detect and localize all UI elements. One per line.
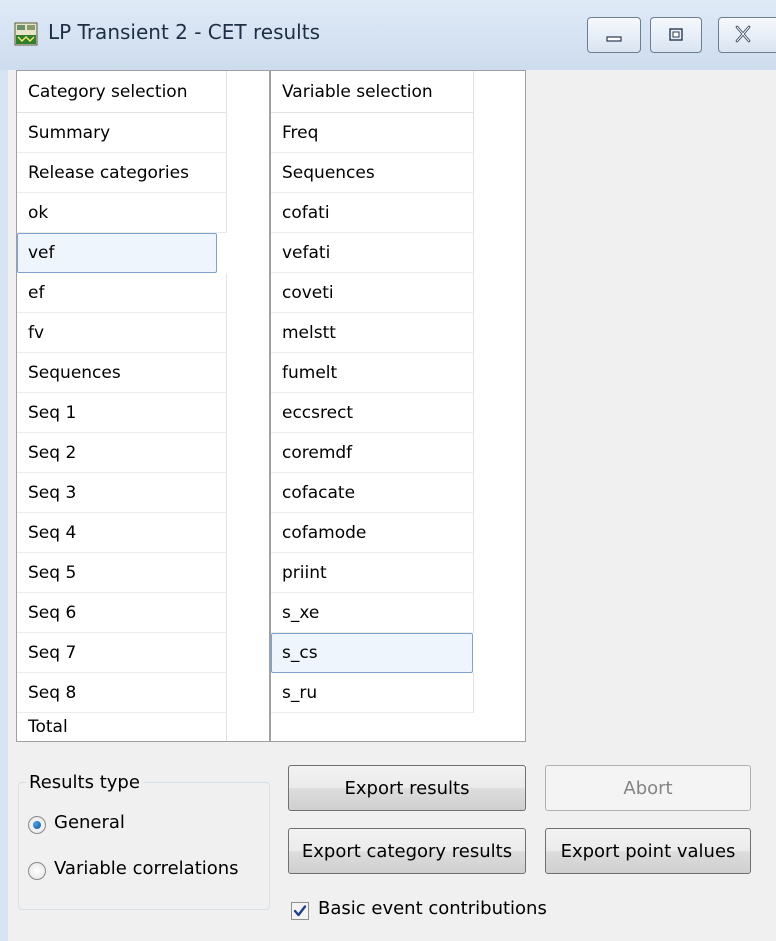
- category-item-vef[interactable]: vef: [17, 233, 217, 273]
- variable-list-header[interactable]: Variable selection: [271, 71, 474, 113]
- window-title: LP Transient 2 - CET results: [48, 20, 320, 44]
- category-list[interactable]: Category selection Summary Release categ…: [16, 70, 270, 742]
- category-item-summary[interactable]: Summary: [17, 113, 227, 153]
- abort-button[interactable]: Abort: [545, 765, 751, 811]
- category-item-fv[interactable]: fv: [17, 313, 227, 353]
- variable-item-eccsrect[interactable]: eccsrect: [271, 393, 474, 433]
- close-button[interactable]: [718, 17, 776, 53]
- checkmark-icon: [293, 905, 307, 917]
- export-point-values-button[interactable]: Export point values: [545, 828, 751, 874]
- app-icon: [14, 22, 38, 46]
- category-list-header[interactable]: Category selection: [17, 71, 227, 113]
- export-category-results-button[interactable]: Export category results: [288, 828, 526, 874]
- category-item-sequences[interactable]: Sequences: [17, 353, 227, 393]
- close-icon: [735, 25, 751, 43]
- client-area: Category selection Summary Release categ…: [8, 70, 776, 941]
- category-item-seq-5[interactable]: Seq 5: [17, 553, 227, 593]
- category-item-total[interactable]: Total: [17, 713, 227, 741]
- category-item-seq-2[interactable]: Seq 2: [17, 433, 227, 473]
- basic-event-contributions-checkbox[interactable]: [291, 902, 309, 920]
- variable-item-s-ru[interactable]: s_ru: [271, 673, 474, 713]
- variable-item-coremdf[interactable]: coremdf: [271, 433, 474, 473]
- variable-item-sequences[interactable]: Sequences: [271, 153, 474, 193]
- category-item-seq-4[interactable]: Seq 4: [17, 513, 227, 553]
- basic-event-contributions-label[interactable]: Basic event contributions: [318, 898, 547, 919]
- title-bar[interactable]: LP Transient 2 - CET results: [0, 0, 776, 70]
- variable-correlations-radio[interactable]: [28, 862, 46, 880]
- maximize-button[interactable]: [650, 17, 702, 53]
- variable-item-cofati[interactable]: cofati: [271, 193, 474, 233]
- results-type-label: Results type: [26, 772, 143, 793]
- variable-item-freq[interactable]: Freq: [271, 113, 474, 153]
- variable-item-cofamode[interactable]: cofamode: [271, 513, 474, 553]
- category-item-seq-7[interactable]: Seq 7: [17, 633, 227, 673]
- minimize-button[interactable]: [587, 17, 641, 53]
- variable-item-s-cs[interactable]: s_cs: [271, 633, 473, 673]
- category-item-seq-3[interactable]: Seq 3: [17, 473, 227, 513]
- general-radio-label[interactable]: General: [54, 812, 125, 833]
- category-item-seq-6[interactable]: Seq 6: [17, 593, 227, 633]
- general-radio[interactable]: [28, 816, 46, 834]
- category-item-ef[interactable]: ef: [17, 273, 227, 313]
- variable-item-fumelt[interactable]: fumelt: [271, 353, 474, 393]
- minimize-icon: [606, 36, 622, 42]
- variable-item-priint[interactable]: priint: [271, 553, 474, 593]
- category-item-seq-1[interactable]: Seq 1: [17, 393, 227, 433]
- category-item-release-categories[interactable]: Release categories: [17, 153, 227, 193]
- category-item-ok[interactable]: ok: [17, 193, 227, 233]
- results-type-group: [18, 782, 270, 910]
- variable-item-vefati[interactable]: vefati: [271, 233, 474, 273]
- variable-item-melstt[interactable]: melstt: [271, 313, 474, 353]
- export-results-button[interactable]: Export results: [288, 765, 526, 811]
- variable-item-coveti[interactable]: coveti: [271, 273, 474, 313]
- variable-list[interactable]: Variable selection Freq Sequences cofati…: [270, 70, 526, 742]
- main-window: LP Transient 2 - CET results Category se…: [0, 0, 776, 941]
- variable-item-cofacate[interactable]: cofacate: [271, 473, 474, 513]
- maximize-icon: [669, 28, 683, 41]
- category-item-seq-8[interactable]: Seq 8: [17, 673, 227, 713]
- variable-item-s-xe[interactable]: s_xe: [271, 593, 474, 633]
- variable-correlations-radio-label[interactable]: Variable correlations: [54, 858, 239, 879]
